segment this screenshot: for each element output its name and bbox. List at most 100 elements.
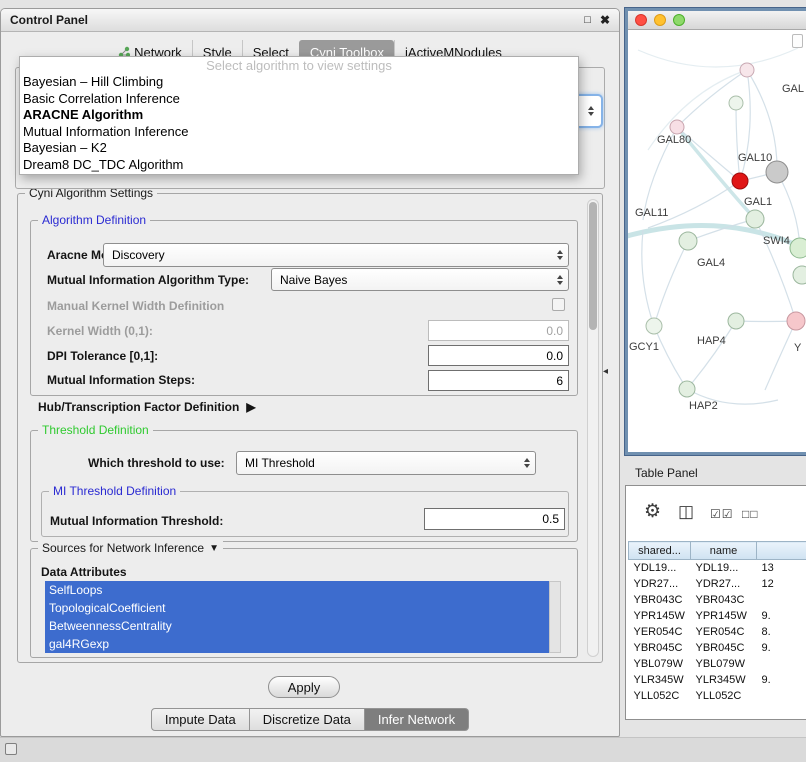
network-edge[interactable] xyxy=(654,241,688,326)
network-node[interactable] xyxy=(728,313,744,329)
network-graph[interactable]: GALGAL80GAL10GAL11GAL1SWI4GAL4GCY1HAP4YH… xyxy=(628,30,806,452)
network-node[interactable] xyxy=(793,266,806,284)
dpi-tolerance-field[interactable]: 0.0 xyxy=(428,345,569,366)
network-canvas[interactable]: GALGAL80GAL10GAL11GAL1SWI4GAL4GCY1HAP4YH… xyxy=(628,30,806,452)
table-row[interactable]: YBR043CYBR043C xyxy=(629,592,806,608)
network-edge[interactable] xyxy=(765,321,796,390)
table-row[interactable]: YDL19...YDL19...13 xyxy=(629,560,806,576)
table-cell[interactable] xyxy=(757,688,806,704)
gear-icon[interactable]: ⚙ xyxy=(644,500,661,523)
attributes-scrollbar[interactable] xyxy=(549,581,561,653)
algorithm-option[interactable]: Basic Correlation Inference xyxy=(20,91,578,108)
table-cell[interactable] xyxy=(757,592,806,608)
table-cell[interactable]: YBR043C xyxy=(691,592,757,608)
network-edge[interactable] xyxy=(642,230,654,326)
table-cell[interactable]: 9. xyxy=(757,640,806,656)
mi-threshold-field[interactable]: 0.5 xyxy=(424,508,565,530)
table-cell[interactable]: 9. xyxy=(757,608,806,624)
network-node[interactable] xyxy=(740,63,754,77)
tab-infer-network[interactable]: Infer Network xyxy=(365,708,469,731)
column-header[interactable]: shared... xyxy=(629,542,691,560)
algorithm-option[interactable]: ARACNE Algorithm xyxy=(20,107,578,124)
table-cell[interactable] xyxy=(757,656,806,672)
minimized-panel-icon[interactable] xyxy=(5,743,17,755)
settings-scrollbar-thumb[interactable] xyxy=(589,202,597,330)
mi-type-combobox[interactable]: Naive Bayes xyxy=(271,268,569,291)
hub-definition-toggle[interactable]: Hub/Transcription Factor Definition ▶ xyxy=(38,400,256,414)
float-window-icon[interactable]: □ xyxy=(584,14,591,26)
table-row[interactable]: YLL052CYLL052C xyxy=(629,688,806,704)
panel-collapse-arrow[interactable]: ◂ xyxy=(603,366,608,377)
algorithm-option[interactable]: Bayesian – Hill Climbing xyxy=(20,74,578,91)
table-cell[interactable]: YER054C xyxy=(629,624,691,640)
table-cell[interactable]: YLR345W xyxy=(629,672,691,688)
table-cell[interactable]: YLL052C xyxy=(691,688,757,704)
close-icon[interactable]: ✖ xyxy=(600,13,610,27)
close-traffic-light-icon[interactable] xyxy=(635,14,647,26)
network-node[interactable] xyxy=(646,318,662,334)
data-attribute-item[interactable]: gal4RGexp xyxy=(45,635,549,653)
network-node[interactable] xyxy=(766,161,788,183)
settings-scrollbar[interactable] xyxy=(587,199,599,657)
network-node[interactable] xyxy=(670,120,684,134)
minimize-traffic-light-icon[interactable] xyxy=(654,14,666,26)
table-cell[interactable]: YDL19... xyxy=(691,560,757,576)
table-cell[interactable]: YBL079W xyxy=(629,656,691,672)
table-cell[interactable]: 13 xyxy=(757,560,806,576)
table-cell[interactable]: 12 xyxy=(757,576,806,592)
table-cell[interactable]: YER054C xyxy=(691,624,757,640)
network-node[interactable] xyxy=(787,312,805,330)
table-cell[interactable]: YDL19... xyxy=(629,560,691,576)
network-edge[interactable] xyxy=(654,326,687,389)
which-threshold-combobox[interactable]: MI Threshold xyxy=(236,451,536,475)
table-cell[interactable]: YBR045C xyxy=(691,640,757,656)
table-cell[interactable]: YBL079W xyxy=(691,656,757,672)
scrollbar-button[interactable] xyxy=(792,34,803,48)
table-cell[interactable]: 8. xyxy=(757,624,806,640)
kernel-width-field[interactable]: 0.0 xyxy=(428,320,569,341)
sources-group-title[interactable]: Sources for Network Inference ▼ xyxy=(38,541,223,555)
table-cell[interactable]: YBR043C xyxy=(629,592,691,608)
table-cell[interactable]: YDR27... xyxy=(691,576,757,592)
columns-icon[interactable]: ◫ xyxy=(678,502,694,522)
table-cell[interactable]: YBR045C xyxy=(629,640,691,656)
table-row[interactable]: YER054CYER054C8. xyxy=(629,624,806,640)
data-attribute-item[interactable]: TopologicalCoefficient xyxy=(45,599,549,617)
network-node[interactable] xyxy=(679,381,695,397)
column-header[interactable] xyxy=(757,542,806,560)
table-row[interactable]: YPR145WYPR145W9. xyxy=(629,608,806,624)
table-cell[interactable]: YLL052C xyxy=(629,688,691,704)
select-all-icon[interactable]: ☑☑ xyxy=(710,507,734,521)
network-edge[interactable] xyxy=(740,70,750,181)
algorithm-option[interactable]: Bayesian – K2 xyxy=(20,140,578,157)
table-cell[interactable]: 9. xyxy=(757,672,806,688)
table-row[interactable]: YLR345WYLR345W9. xyxy=(629,672,806,688)
deselect-all-icon[interactable]: □□ xyxy=(742,507,759,521)
zoom-traffic-light-icon[interactable] xyxy=(673,14,685,26)
table-cell[interactable]: YDR27... xyxy=(629,576,691,592)
tab-impute-data[interactable]: Impute Data xyxy=(151,708,250,731)
network-node[interactable] xyxy=(679,232,697,250)
network-edge[interactable] xyxy=(687,321,736,389)
table-cell[interactable]: YLR345W xyxy=(691,672,757,688)
aracne-mode-combobox[interactable]: Discovery xyxy=(103,243,569,267)
network-edge[interactable] xyxy=(638,48,798,67)
column-header[interactable]: name xyxy=(691,542,757,560)
network-node[interactable] xyxy=(746,210,764,228)
table-row[interactable]: YBL079WYBL079W xyxy=(629,656,806,672)
network-edge[interactable] xyxy=(736,103,740,181)
network-node[interactable] xyxy=(732,173,748,189)
network-node[interactable] xyxy=(790,238,806,258)
mi-steps-field[interactable]: 6 xyxy=(428,370,569,391)
table-row[interactable]: YDR27...YDR27...12 xyxy=(629,576,806,592)
table-row[interactable]: YBR045CYBR045C9. xyxy=(629,640,806,656)
table-cell[interactable]: YPR145W xyxy=(629,608,691,624)
table-cell[interactable]: YPR145W xyxy=(691,608,757,624)
data-attribute-item[interactable]: BetweennessCentrality xyxy=(45,617,549,635)
network-node[interactable] xyxy=(729,96,743,110)
algorithm-option[interactable]: Dream8 DC_TDC Algorithm xyxy=(20,157,578,174)
algorithm-option[interactable]: Mutual Information Inference xyxy=(20,124,578,141)
tab-discretize-data[interactable]: Discretize Data xyxy=(250,708,365,731)
data-attribute-item[interactable]: SelfLoops xyxy=(45,581,549,599)
manual-kernel-checkbox[interactable] xyxy=(552,298,565,311)
